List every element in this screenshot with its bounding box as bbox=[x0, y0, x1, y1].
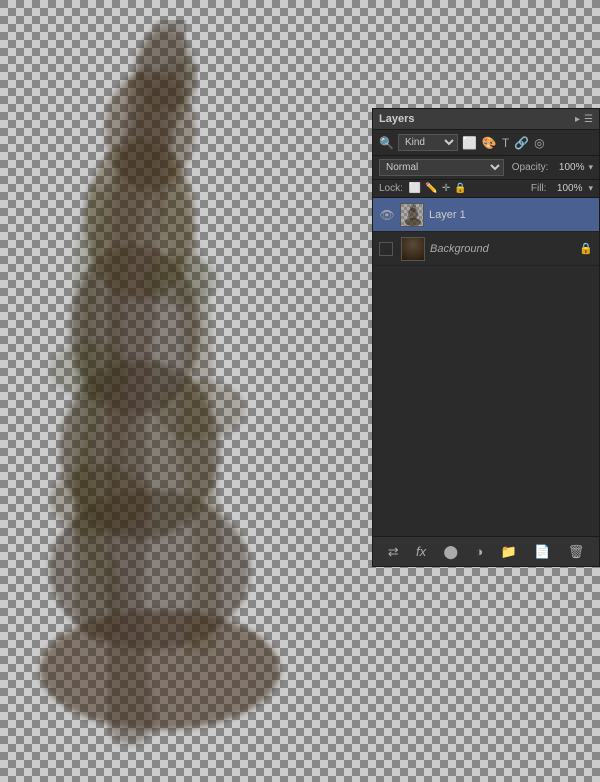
fx-icon[interactable]: fx bbox=[412, 542, 430, 561]
panel-title: Layers bbox=[379, 113, 414, 125]
pixel-filter-icon[interactable]: ⬜ bbox=[462, 136, 477, 150]
delete-layer-icon[interactable]: 🗑 bbox=[564, 542, 589, 562]
layer-thumb-background bbox=[401, 237, 425, 261]
bottom-toolbar: ⇄ fx ⬤ ◑ 📁 📄 🗑 bbox=[373, 536, 599, 566]
layers-panel: Layers ▸ ☰ 🔍 Kind ⬜ 🎨 T 🔗 ◎ Normal Opaci… bbox=[372, 108, 600, 567]
minimize-icon[interactable]: ▸ bbox=[575, 114, 580, 125]
filter-row: 🔍 Kind ⬜ 🎨 T 🔗 ◎ bbox=[373, 130, 599, 156]
opacity-label: Opacity: bbox=[512, 162, 549, 173]
layer-row-layer1[interactable]: 👁 Layer 1 bbox=[373, 198, 599, 232]
visibility-icon-layer1[interactable]: 👁 bbox=[379, 207, 395, 223]
layer-thumb-layer1 bbox=[400, 203, 424, 227]
lock-image-icon[interactable]: ✏️ bbox=[425, 183, 437, 194]
shape-filter-icon[interactable]: 🔗 bbox=[514, 136, 529, 150]
lock-transparent-icon[interactable]: ⬜ bbox=[409, 183, 421, 194]
blend-mode-select[interactable]: Normal bbox=[379, 159, 504, 176]
lock-row: Lock: ⬜ ✏️ ✛ 🔒 Fill: 100% ▾ bbox=[373, 180, 599, 198]
canvas-image bbox=[20, 20, 330, 750]
smart-filter-icon[interactable]: ◎ bbox=[534, 136, 544, 150]
fill-label: Fill: bbox=[531, 183, 547, 194]
link-icon[interactable]: ⇄ bbox=[384, 542, 403, 562]
layers-empty-area bbox=[373, 266, 599, 566]
new-group-icon[interactable]: 📁 bbox=[497, 542, 521, 562]
layer-name-background: Background bbox=[430, 243, 579, 255]
fill-value: 100% bbox=[552, 183, 582, 194]
panel-menu-icon[interactable]: ☰ bbox=[584, 114, 593, 125]
filter-icons-row: ⬜ 🎨 T 🔗 ◎ bbox=[462, 136, 545, 150]
lock-position-icon[interactable]: ✛ bbox=[442, 183, 450, 194]
visibility-checkbox-background[interactable] bbox=[379, 242, 393, 256]
new-adjustment-icon[interactable]: ◑ bbox=[471, 542, 487, 561]
opacity-arrow-icon[interactable]: ▾ bbox=[588, 162, 593, 173]
fill-arrow-icon[interactable]: ▾ bbox=[588, 183, 593, 194]
opacity-value: 100% bbox=[552, 162, 584, 173]
adjustment-filter-icon[interactable]: 🎨 bbox=[482, 136, 497, 150]
panel-header-icons: ▸ ☰ bbox=[575, 114, 593, 125]
panel-header: Layers ▸ ☰ bbox=[373, 109, 599, 130]
type-filter-icon[interactable]: T bbox=[502, 136, 509, 150]
kind-select[interactable]: Kind bbox=[398, 134, 458, 151]
layer-row-background[interactable]: Background 🔒 bbox=[373, 232, 599, 266]
new-fill-icon[interactable]: ⬤ bbox=[439, 542, 462, 562]
layer-name-layer1: Layer 1 bbox=[429, 209, 593, 221]
lock-indicator-background: 🔒 bbox=[579, 242, 593, 255]
new-layer-icon[interactable]: 📄 bbox=[530, 542, 554, 562]
lock-all-icon[interactable]: 🔒 bbox=[454, 183, 466, 194]
lock-label: Lock: bbox=[379, 183, 403, 194]
blend-opacity-row: Normal Opacity: 100% ▾ bbox=[373, 156, 599, 180]
lock-icons: ⬜ ✏️ ✛ 🔒 bbox=[409, 183, 467, 194]
search-icon: 🔍 bbox=[379, 136, 394, 150]
